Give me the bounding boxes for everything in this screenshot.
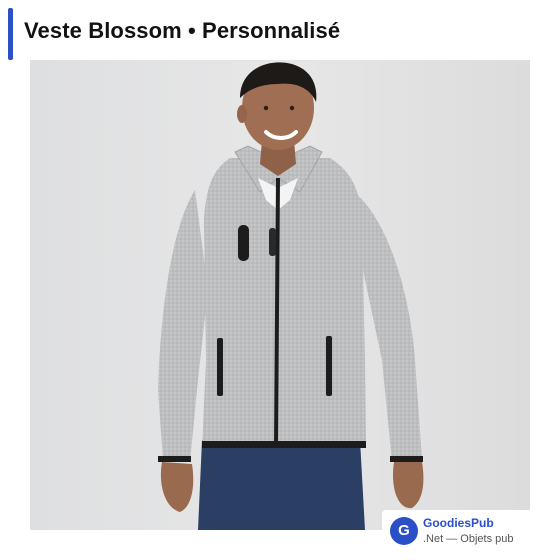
right-pocket <box>326 336 332 396</box>
brand-logo-icon: G <box>390 517 418 545</box>
chest-pocket <box>238 225 249 261</box>
jacket-hem <box>202 441 366 448</box>
left-cuff <box>158 456 191 462</box>
jeans <box>198 440 365 530</box>
brand-tagline: .Net — Objets pub <box>423 533 514 545</box>
right-eye <box>289 105 295 111</box>
title-accent-bar <box>8 8 13 60</box>
left-eye <box>263 105 269 111</box>
brand-badge[interactable]: G GoodiesPub .Net — Objets pub <box>382 510 530 554</box>
product-photo <box>30 60 530 530</box>
page-title: Veste Blossom • Personnalisé <box>24 18 341 43</box>
title-bar: Veste Blossom • Personnalisé <box>0 0 560 62</box>
zipper-pull <box>269 228 276 256</box>
left-pocket <box>217 338 223 396</box>
right-cuff <box>390 456 423 462</box>
brand-name: GoodiesPub <box>423 516 494 530</box>
ear <box>237 105 247 123</box>
product-photo-illustration <box>30 60 530 530</box>
zipper <box>274 177 280 449</box>
